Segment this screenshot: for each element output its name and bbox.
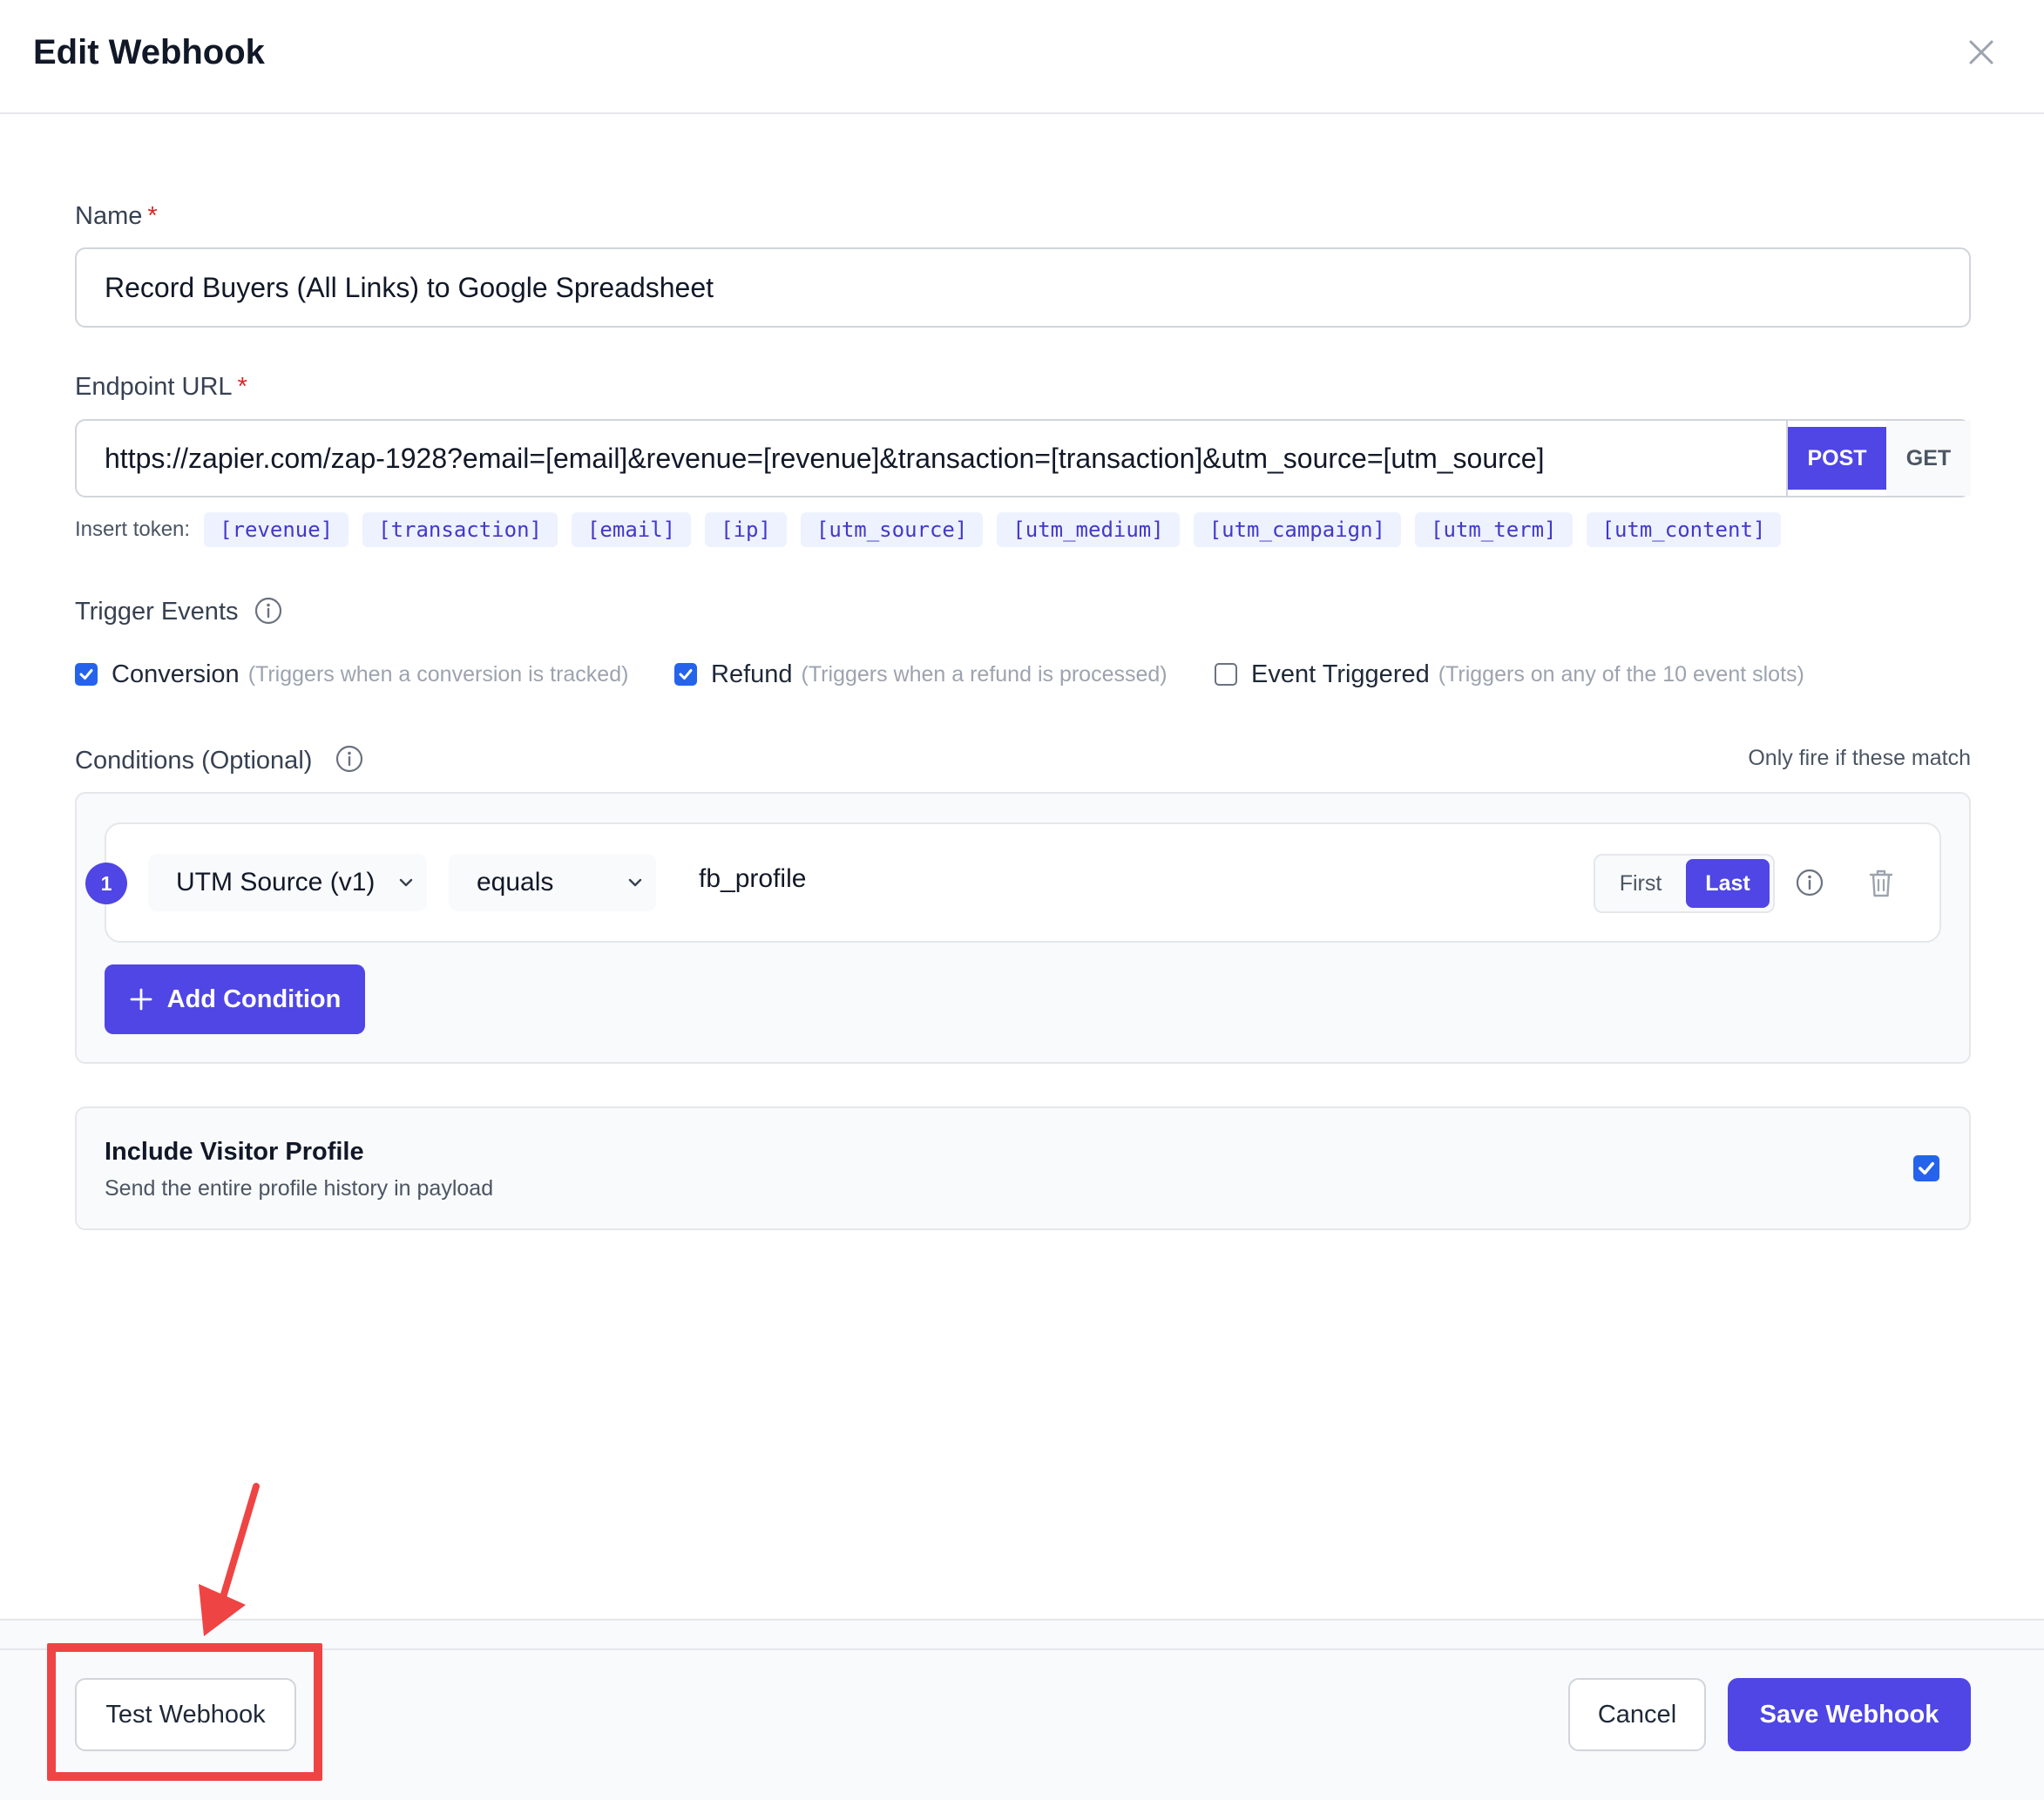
- condition-field-value: UTM Source (v1): [176, 868, 376, 897]
- token-transaction[interactable]: [transaction]: [362, 512, 558, 547]
- close-icon[interactable]: [1964, 35, 1999, 70]
- check-icon: [79, 669, 93, 680]
- token-email[interactable]: [email]: [571, 512, 692, 547]
- condition-field-select[interactable]: UTM Source (v1): [148, 854, 427, 911]
- conditions-info-icon[interactable]: [335, 744, 364, 774]
- http-method-toggle: POST GET: [1786, 421, 1971, 496]
- add-condition-button[interactable]: Add Condition: [105, 964, 365, 1034]
- first-touch-button[interactable]: First: [1599, 859, 1682, 908]
- refund-label: Refund: [711, 660, 793, 688]
- condition-number-badge: 1: [85, 863, 127, 904]
- chevron-down-icon: [399, 878, 413, 887]
- event-triggered-desc: (Triggers on any of the 10 event slots): [1438, 661, 1804, 687]
- token-utm-medium[interactable]: [utm_medium]: [997, 512, 1180, 547]
- conversion-checkbox[interactable]: [75, 663, 98, 686]
- conversion-label: Conversion: [112, 660, 240, 688]
- trigger-conversion: Conversion (Triggers when a conversion i…: [75, 659, 628, 690]
- endpoint-url-value: https://zapier.com/zap-1928?email=[email…: [105, 442, 1545, 474]
- condition-info-icon[interactable]: [1795, 868, 1824, 897]
- dialog-title: Edit Webhook: [33, 33, 265, 71]
- condition-operator-select[interactable]: equals: [449, 854, 656, 911]
- name-input-value: Record Buyers (All Links) to Google Spre…: [105, 271, 714, 303]
- conditions-label: Conditions (Optional): [75, 747, 313, 775]
- endpoint-url-input[interactable]: https://zapier.com/zap-1928?email=[email…: [75, 419, 1971, 497]
- trigger-event-triggered: Event Triggered (Triggers on any of the …: [1215, 659, 1804, 690]
- event-triggered-label: Event Triggered: [1251, 660, 1430, 688]
- method-post-button[interactable]: POST: [1788, 427, 1886, 490]
- token-utm-campaign[interactable]: [utm_campaign]: [1193, 512, 1401, 547]
- token-utm-source[interactable]: [utm_source]: [800, 512, 984, 547]
- trigger-info-icon[interactable]: [254, 596, 283, 626]
- trigger-refund: Refund (Triggers when a refund is proces…: [674, 659, 1168, 690]
- conversion-desc: (Triggers when a conversion is tracked): [247, 661, 629, 687]
- name-label: Name *: [75, 202, 158, 230]
- trash-icon[interactable]: [1866, 868, 1896, 899]
- plus-icon: [130, 988, 152, 1011]
- touch-toggle: First Last: [1594, 854, 1775, 913]
- endpoint-label: Endpoint URL *: [75, 373, 247, 401]
- method-get-button[interactable]: GET: [1886, 421, 1971, 496]
- token-utm-content[interactable]: [utm_content]: [1586, 512, 1782, 547]
- refund-desc: (Triggers when a refund is processed): [801, 661, 1168, 687]
- chevron-down-icon: [628, 878, 642, 887]
- conditions-hint: Only fire if these match: [1748, 746, 1971, 770]
- token-label: Insert token:: [75, 518, 191, 541]
- check-icon: [1919, 1161, 1934, 1175]
- save-webhook-button[interactable]: Save Webhook: [1728, 1678, 1971, 1751]
- visitor-profile-panel: [75, 1106, 1971, 1230]
- condition-operator-value: equals: [477, 868, 554, 897]
- annotation-highlight-box: [47, 1643, 322, 1781]
- visitor-profile-title: Include Visitor Profile: [105, 1138, 364, 1166]
- token-revenue[interactable]: [revenue]: [204, 512, 349, 547]
- name-input[interactable]: Record Buyers (All Links) to Google Spre…: [75, 247, 1971, 328]
- check-icon: [679, 669, 693, 680]
- token-utm-term[interactable]: [utm_term]: [1415, 512, 1573, 547]
- cancel-button[interactable]: Cancel: [1568, 1678, 1706, 1751]
- visitor-profile-checkbox[interactable]: [1913, 1155, 1939, 1181]
- refund-checkbox[interactable]: [674, 663, 697, 686]
- visitor-profile-desc: Send the entire profile history in paylo…: [105, 1176, 494, 1201]
- trigger-events-label: Trigger Events: [75, 598, 239, 626]
- dialog-header: Edit Webhook: [0, 0, 2044, 114]
- event-triggered-checkbox[interactable]: [1215, 663, 1237, 686]
- token-row: Insert token: [revenue] [transaction] [e…: [75, 512, 1795, 547]
- token-ip[interactable]: [ip]: [705, 512, 787, 547]
- condition-value-input[interactable]: fb_profile: [699, 864, 806, 894]
- last-touch-button[interactable]: Last: [1686, 859, 1770, 908]
- add-condition-label: Add Condition: [166, 985, 342, 1013]
- annotation-arrow-icon: [199, 1483, 260, 1636]
